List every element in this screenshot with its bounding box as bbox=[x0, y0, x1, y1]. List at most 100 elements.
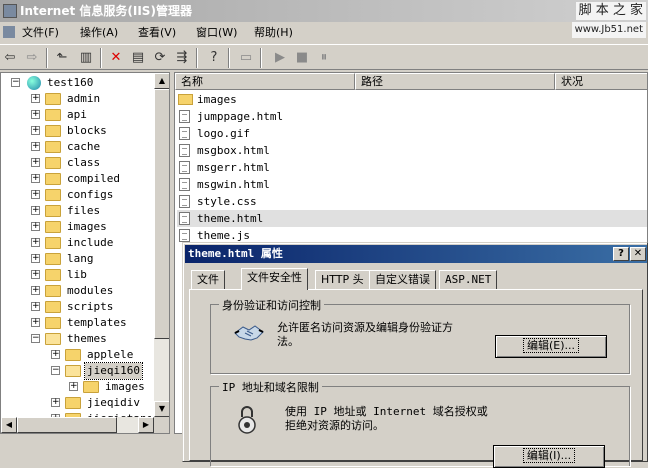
close-icon[interactable]: ✕ bbox=[630, 247, 646, 261]
tree-item[interactable]: + api bbox=[1, 107, 151, 123]
computer-icon[interactable]: ▭ bbox=[236, 48, 256, 68]
scroll-left-icon[interactable]: ◀ bbox=[1, 417, 17, 433]
scroll-down-icon[interactable]: ▼ bbox=[154, 401, 169, 417]
column-header-name[interactable]: 名称 bbox=[175, 73, 355, 90]
collapse-icon[interactable]: − bbox=[11, 78, 20, 87]
expand-icon[interactable]: + bbox=[31, 286, 40, 295]
tree-item[interactable]: + lang bbox=[1, 251, 151, 267]
list-item[interactable]: jumppage.html bbox=[177, 108, 647, 125]
tree-item[interactable]: + templates bbox=[1, 315, 151, 331]
expand-icon[interactable]: + bbox=[51, 350, 60, 359]
expand-icon[interactable]: + bbox=[31, 254, 40, 263]
expand-icon[interactable]: + bbox=[31, 302, 40, 311]
folder-icon bbox=[45, 141, 61, 153]
help-icon[interactable]: ? bbox=[204, 48, 224, 68]
expand-icon[interactable]: + bbox=[31, 222, 40, 231]
open-folder-icon bbox=[45, 333, 61, 345]
tree-item[interactable]: + lib bbox=[1, 267, 151, 283]
expand-icon[interactable]: + bbox=[31, 318, 40, 327]
expand-icon[interactable]: + bbox=[31, 206, 40, 215]
tree-label: jieqidiv bbox=[87, 396, 140, 409]
list-item[interactable]: msgwin.html bbox=[177, 176, 647, 193]
tree-item[interactable]: + cache bbox=[1, 139, 151, 155]
tree-item-root[interactable]: − test160 bbox=[1, 75, 151, 91]
export-list-icon[interactable]: ⇶ bbox=[172, 48, 192, 68]
tree-item[interactable]: + configs bbox=[1, 187, 151, 203]
expand-icon[interactable]: + bbox=[31, 94, 40, 103]
tree-item[interactable]: + files bbox=[1, 203, 151, 219]
pause-icon[interactable]: ⏸ bbox=[314, 48, 334, 68]
refresh-icon[interactable]: ⟳ bbox=[150, 48, 170, 68]
menu-file[interactable]: 文件(F) bbox=[18, 22, 63, 44]
tree-item-themes[interactable]: − themes bbox=[1, 331, 151, 347]
help-question-icon[interactable]: ? bbox=[613, 247, 629, 261]
tree-item[interactable]: + jieqidiv bbox=[1, 395, 151, 411]
file-icon bbox=[179, 178, 190, 191]
lock-icon bbox=[238, 406, 256, 434]
scroll-thumb[interactable] bbox=[154, 89, 169, 339]
dialog-title-bar[interactable]: theme.html 属性 ? ✕ bbox=[185, 245, 647, 263]
up-folder-icon[interactable]: ⬑ bbox=[52, 48, 72, 68]
menu-action[interactable]: 操作(A) bbox=[76, 22, 122, 44]
folder-icon bbox=[45, 173, 61, 185]
tab-http-headers[interactable]: HTTP 头 bbox=[315, 270, 370, 289]
column-header-path[interactable]: 路径 bbox=[355, 73, 555, 90]
expand-icon[interactable]: + bbox=[31, 270, 40, 279]
delete-icon[interactable]: ✕ bbox=[106, 48, 126, 68]
tree-item[interactable]: + applele bbox=[1, 347, 151, 363]
tree-horizontal-scrollbar[interactable]: ◀ ▶ bbox=[1, 417, 154, 433]
expand-icon[interactable]: + bbox=[31, 238, 40, 247]
edit-ip-restrictions-button[interactable]: 编辑(I)... bbox=[493, 445, 605, 468]
column-header-status[interactable]: 状况 bbox=[555, 73, 647, 90]
list-item[interactable]: msgbox.html bbox=[177, 142, 647, 159]
menu-view[interactable]: 查看(V) bbox=[134, 22, 180, 44]
button-label: 编辑(E)... bbox=[522, 338, 580, 353]
edit-auth-button[interactable]: 编辑(E)... bbox=[495, 335, 607, 358]
menu-help[interactable]: 帮助(H) bbox=[250, 22, 297, 44]
expand-icon[interactable]: + bbox=[31, 174, 40, 183]
expand-icon[interactable]: + bbox=[31, 190, 40, 199]
tab-file-security[interactable]: 文件安全性 bbox=[241, 268, 308, 290]
tree-item[interactable]: + blocks bbox=[1, 123, 151, 139]
expand-icon[interactable]: + bbox=[31, 158, 40, 167]
collapse-icon[interactable]: − bbox=[51, 366, 60, 375]
play-icon[interactable]: ▶ bbox=[270, 48, 290, 68]
title-bar[interactable]: Internet 信息服务(IIS)管理器 bbox=[0, 0, 648, 22]
tree-item[interactable]: + images bbox=[1, 219, 151, 235]
list-item[interactable]: msgerr.html bbox=[177, 159, 647, 176]
console-icon[interactable] bbox=[3, 26, 15, 38]
folder-icon bbox=[178, 94, 193, 105]
stop-icon[interactable]: ■ bbox=[292, 48, 312, 68]
tree-item[interactable]: + class bbox=[1, 155, 151, 171]
back-arrow-icon[interactable]: ⇦ bbox=[0, 48, 20, 68]
scroll-up-icon[interactable]: ▲ bbox=[154, 73, 169, 89]
tree-item[interactable]: + images bbox=[1, 379, 151, 395]
expand-icon[interactable]: + bbox=[69, 382, 78, 391]
collapse-icon[interactable]: − bbox=[31, 334, 40, 343]
tree-item[interactable]: + scripts bbox=[1, 299, 151, 315]
list-item[interactable]: style.css bbox=[177, 193, 647, 210]
tree-item[interactable]: + compiled bbox=[1, 171, 151, 187]
scroll-right-icon[interactable]: ▶ bbox=[138, 417, 154, 433]
list-item-selected[interactable]: theme.html bbox=[177, 210, 647, 227]
tab-file[interactable]: 文件 bbox=[191, 270, 225, 289]
list-item[interactable]: images bbox=[177, 91, 647, 108]
tab-asp-net[interactable]: ASP.NET bbox=[439, 270, 498, 289]
tree-label: api bbox=[67, 108, 87, 121]
expand-icon[interactable]: + bbox=[51, 398, 60, 407]
scroll-thumb[interactable] bbox=[17, 417, 117, 433]
tab-custom-errors[interactable]: 自定义错误 bbox=[369, 270, 436, 289]
tree-item-jieqi160[interactable]: − jieqi160 bbox=[1, 362, 151, 380]
expand-icon[interactable]: + bbox=[31, 142, 40, 151]
tree-item[interactable]: + modules bbox=[1, 283, 151, 299]
tree-vertical-scrollbar[interactable]: ▲ ▼ bbox=[154, 73, 169, 417]
forward-arrow-icon[interactable]: ⇨ bbox=[22, 48, 42, 68]
expand-icon[interactable]: + bbox=[31, 126, 40, 135]
tree-item[interactable]: + include bbox=[1, 235, 151, 251]
list-item[interactable]: logo.gif bbox=[177, 125, 647, 142]
tree-item[interactable]: + admin bbox=[1, 91, 151, 107]
expand-icon[interactable]: + bbox=[31, 110, 40, 119]
properties-icon[interactable]: ▤ bbox=[128, 48, 148, 68]
show-tree-icon[interactable]: ▥ bbox=[76, 48, 96, 68]
menu-window[interactable]: 窗口(W) bbox=[192, 22, 241, 44]
